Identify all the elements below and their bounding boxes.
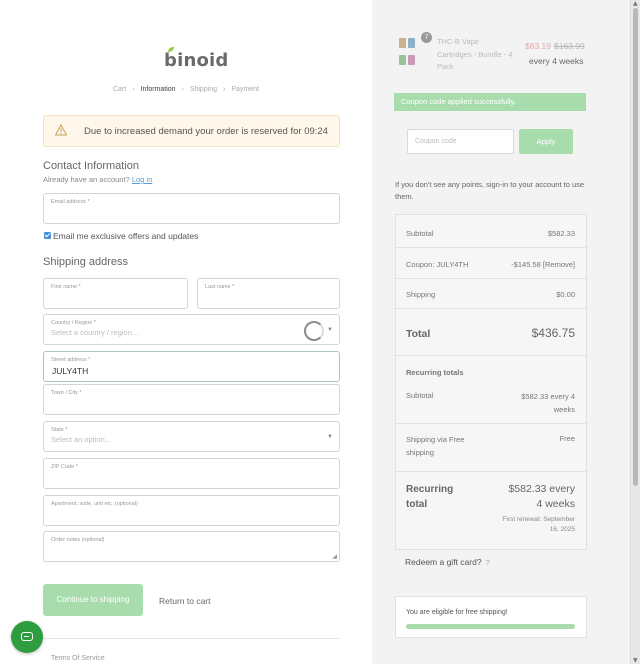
chevron-right-icon: ›	[181, 86, 184, 93]
free-shipping-progress	[406, 624, 575, 629]
zip-field[interactable]: ZIP Code *	[43, 458, 340, 489]
remove-coupon-link[interactable]: -$145.58 [Remove]	[511, 260, 575, 269]
sale-price: $83.19	[525, 41, 551, 51]
contact-heading: Contact Information	[43, 160, 139, 172]
coupon-success-message: Coupon code applied successfully.	[394, 93, 586, 111]
newsletter-checkbox[interactable]	[44, 232, 51, 239]
order-totals: Subtotal $582.33 Coupon: JULY4TH -$145.5…	[395, 214, 587, 550]
breadcrumb-cart[interactable]: Cart	[113, 86, 126, 93]
continue-to-shipping-button[interactable]: Continue to shipping	[43, 584, 143, 616]
shipping-heading: Shipping address	[43, 256, 129, 268]
free-shipping-progress-fill	[406, 624, 575, 629]
newsletter-label[interactable]: Email me exclusive offers and updates	[53, 231, 198, 241]
shipping-row: Shipping $0.00	[396, 279, 586, 309]
chevron-down-icon: ▼	[327, 327, 333, 333]
apply-coupon-button[interactable]: Apply	[519, 129, 573, 154]
order-notes-textarea[interactable]: Order notes (optional) ◢	[43, 531, 340, 562]
breadcrumb-payment: Payment	[231, 86, 259, 93]
divider	[43, 638, 340, 639]
product-thumbnail	[399, 36, 423, 69]
first-name-field[interactable]: First name *	[43, 278, 188, 309]
coupon-code-input[interactable]: Coupon code	[407, 129, 514, 154]
quantity-badge: 7	[421, 32, 432, 43]
recurring-shipping-row: Shipping via Free shipping Free	[396, 424, 586, 472]
scroll-up-arrow-icon[interactable]: ▲	[633, 0, 639, 7]
chevron-right-icon: ›	[132, 86, 135, 93]
free-shipping-banner: You are eligible for free shipping!	[395, 596, 587, 638]
chat-icon	[21, 632, 33, 641]
scroll-down-arrow-icon[interactable]: ▼	[633, 657, 639, 664]
recurring-total-row: Recurring total $582.33 every 4 weeks Fi…	[406, 483, 575, 533]
street-address-field[interactable]: Street address * JULY4TH	[43, 351, 340, 382]
country-select[interactable]: Country / Region * Select a country / re…	[43, 314, 340, 345]
chevron-down-icon: ▼	[327, 434, 333, 440]
help-icon[interactable]: ?	[486, 558, 490, 567]
apartment-field[interactable]: Apartment, suite, unit etc. (optional)	[43, 495, 340, 526]
coupon-row: Coupon: JULY4TH -$145.58 [Remove]	[396, 248, 586, 279]
reservation-text: Due to increased demand your order is re…	[84, 126, 328, 137]
login-link[interactable]: Log in	[132, 175, 152, 184]
breadcrumb-shipping: Shipping	[189, 86, 218, 93]
product-name: THC-B Vape Cartridges - Bundle - 4 Pack	[437, 37, 513, 71]
redeem-gift-card-link[interactable]: Redeem a gift card??	[405, 557, 490, 567]
breadcrumb: Cart › Information › Shipping › Payment	[0, 86, 372, 93]
binoid-logo[interactable]: binoid	[164, 47, 229, 71]
city-field[interactable]: Town / City *	[43, 384, 340, 415]
recurring-heading-row: Recurring totals	[406, 368, 464, 377]
resize-handle-icon[interactable]: ◢	[332, 553, 337, 560]
page-scrollbar[interactable]: ▲ ▼	[630, 0, 640, 664]
breadcrumb-information: Information	[140, 86, 176, 93]
subtotal-row: Subtotal $582.33	[396, 215, 586, 248]
recurring-subtotal-row: Subtotal $582.33 every 4 weeks	[396, 382, 586, 424]
chevron-right-icon: ›	[223, 86, 226, 93]
email-field[interactable]: Email address *	[43, 193, 340, 224]
loading-spinner-icon	[304, 321, 324, 341]
points-message: If you don't see any points, sign-in to …	[395, 180, 585, 201]
return-to-cart-link[interactable]: Return to cart	[159, 596, 211, 606]
total-row: Total $436.75	[396, 309, 586, 356]
regular-price: $163.99	[554, 41, 585, 51]
reservation-notice: Due to increased demand your order is re…	[43, 115, 340, 147]
warning-icon	[55, 124, 67, 136]
last-name-field[interactable]: Last name *	[197, 278, 340, 309]
terms-of-service-link[interactable]: Terms Of Service	[51, 655, 105, 662]
account-prompt: Already have an account? Log in	[43, 175, 153, 184]
state-select[interactable]: State * Select an option… ▼	[43, 421, 340, 452]
scrollbar-thumb[interactable]	[633, 8, 638, 486]
checkout-form-panel: binoid Cart › Information › Shipping › P…	[0, 0, 372, 664]
subscription-frequency: every 4 weeks	[529, 56, 584, 66]
chat-button[interactable]	[11, 621, 43, 653]
